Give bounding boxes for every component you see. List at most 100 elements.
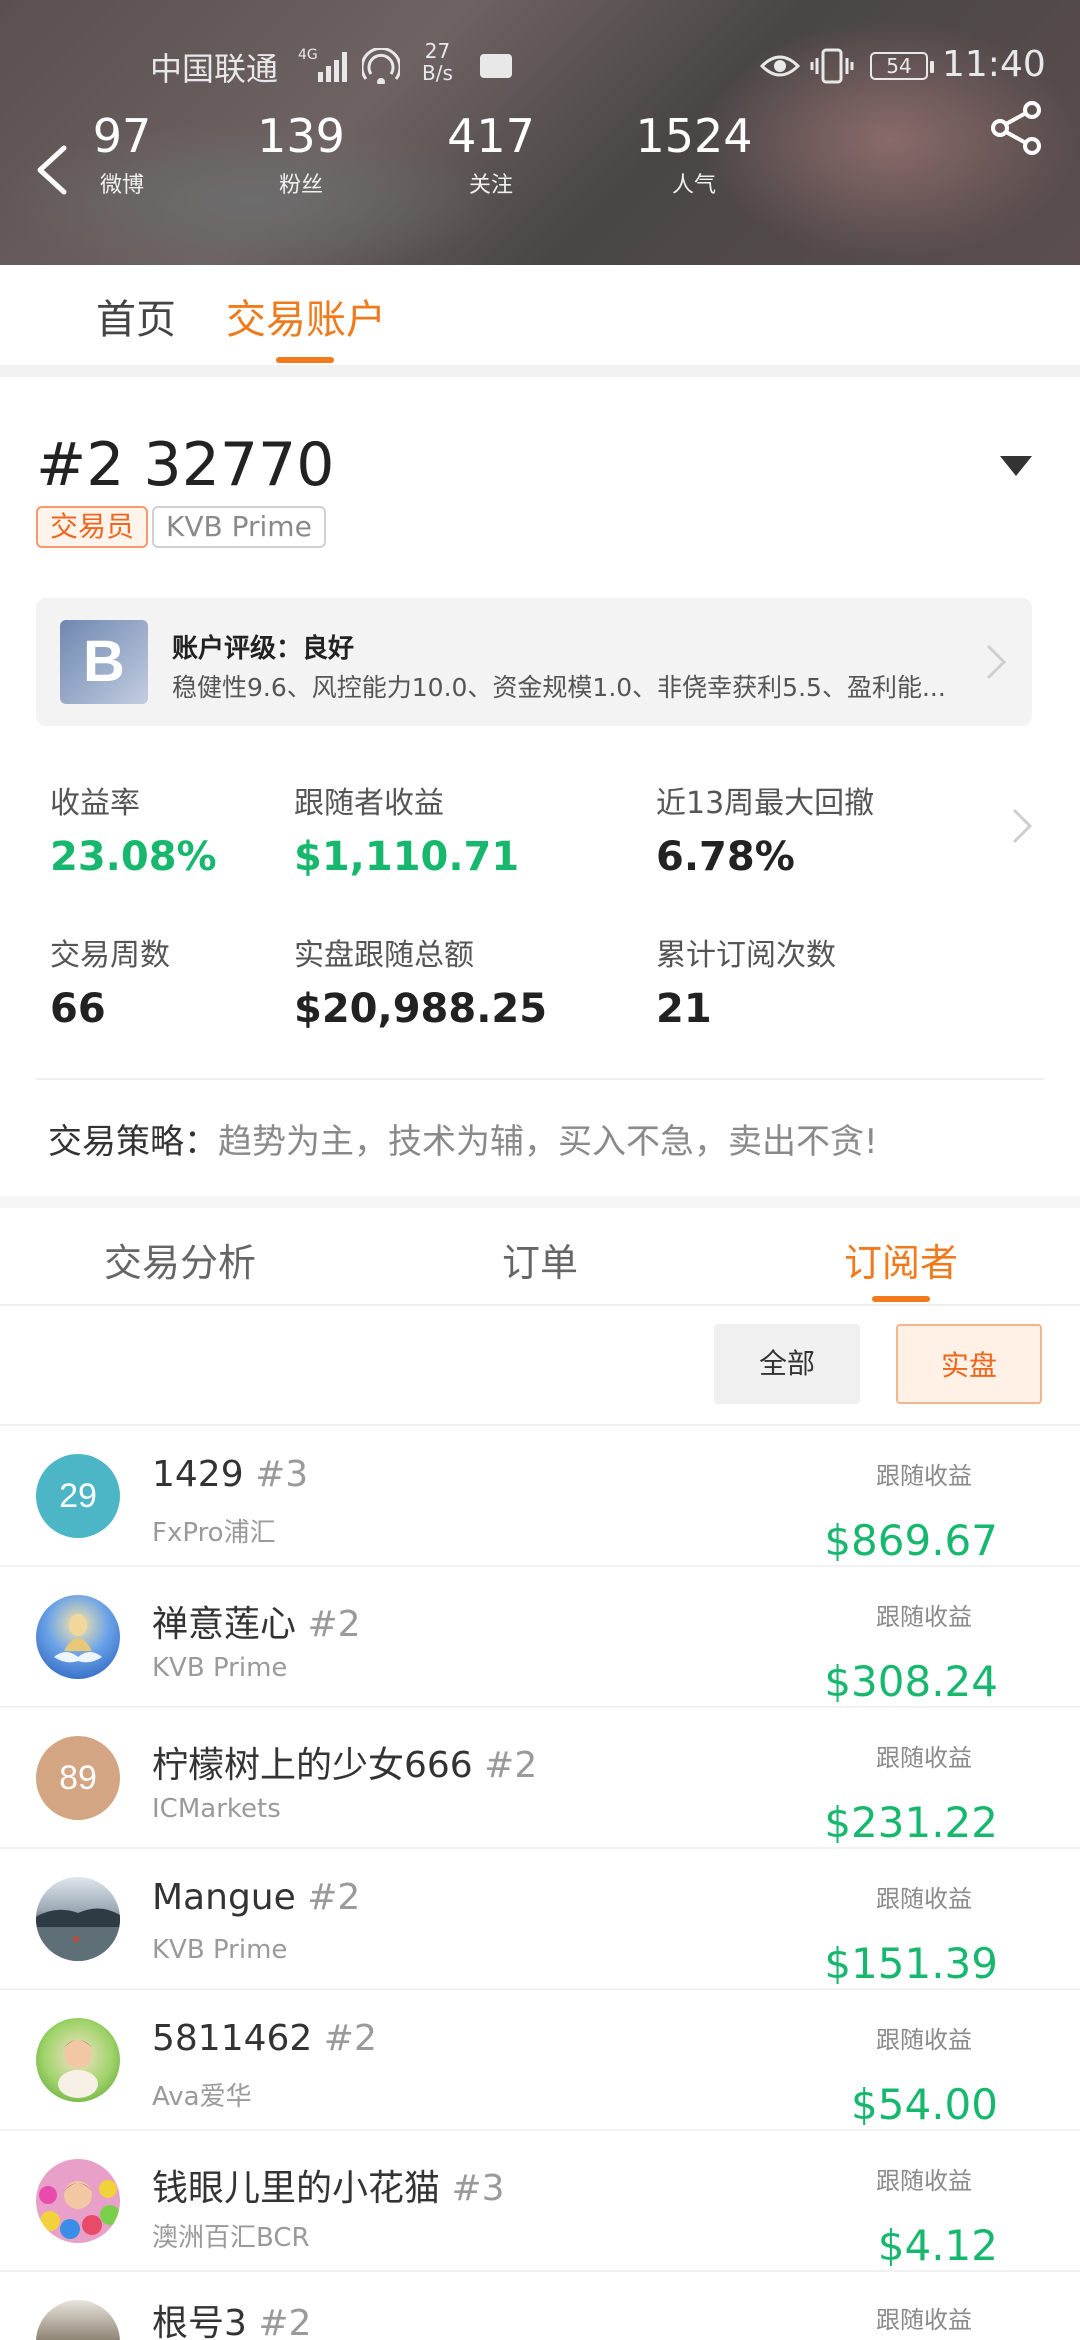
clock: 11:40 xyxy=(942,44,1046,85)
rating-title: 账户评级：良好 xyxy=(172,634,355,664)
child-photo-avatar-image xyxy=(58,2040,98,2098)
stat-value: 139 xyxy=(257,109,345,163)
subscriber-row[interactable]: 29 1429 #3 FxPro浦汇 跟随收益 $869.67 xyxy=(0,1426,1080,1567)
profit-value: $4.12 xyxy=(877,2221,998,2270)
section-divider xyxy=(0,365,1080,377)
profit-label: 跟随收益 xyxy=(876,2167,972,2195)
subscriber-broker: Ava爱华 xyxy=(152,2082,252,2112)
hotspot-icon xyxy=(362,48,400,84)
subscriber-row[interactable]: 根号3 #2 跟随收益 xyxy=(0,2272,1080,2340)
metric-return-rate: 收益率 23.08% xyxy=(50,778,217,880)
section-divider xyxy=(0,1196,1080,1208)
profit-label: 跟随收益 xyxy=(876,1885,972,1913)
subscriber-row[interactable]: 5811462 #2 Ava爱华 跟随收益 $54.00 xyxy=(0,1990,1080,2131)
metric-value: $20,988.25 xyxy=(294,986,548,1032)
app-screen: 中国联通 4G 27 B/s 54 11:40 97 微博 139 粉丝 417… xyxy=(0,0,1080,2340)
filter-all-button[interactable]: 全部 xyxy=(714,1324,860,1404)
divider xyxy=(0,1304,1080,1306)
back-icon[interactable] xyxy=(30,140,74,200)
trader-tag: 交易员 xyxy=(36,506,149,548)
stat-weibo[interactable]: 97 微博 xyxy=(82,106,162,206)
metric-follower-profit: 跟随者收益 $1,110.71 xyxy=(294,778,519,880)
stat-label: 人气 xyxy=(671,173,716,198)
subscriber-row[interactable]: 89 柠檬树上的少女666 #2 ICMarkets 跟随收益 $231.22 xyxy=(0,1708,1080,1849)
dropdown-arrow-icon[interactable] xyxy=(1000,456,1032,476)
subscriber-name: 根号3 #2 xyxy=(152,2303,312,2340)
avatar: 29 xyxy=(36,1454,120,1538)
subscriber-name: 钱眼儿里的小花猫 #3 xyxy=(152,2168,505,2209)
signal-icon xyxy=(318,52,347,82)
strategy-label: 交易策略： xyxy=(48,1122,218,1162)
stat-fans[interactable]: 139 粉丝 xyxy=(246,106,356,206)
subscriber-row[interactable]: Mangue #2 KVB Prime 跟随收益 $151.39 xyxy=(0,1849,1080,1990)
tab-trading-account[interactable]: 交易账户 xyxy=(226,287,386,345)
tab-active-indicator xyxy=(872,1296,930,1302)
metric-label: 实盘跟随总额 xyxy=(294,938,474,973)
broker-tag: KVB Prime xyxy=(152,506,326,548)
metric-label: 累计订阅次数 xyxy=(656,938,836,973)
profit-value: $54.00 xyxy=(851,2080,998,2129)
profile-header: 中国联通 4G 27 B/s 54 11:40 97 微博 139 粉丝 417… xyxy=(0,0,1080,265)
stat-label: 粉丝 xyxy=(278,173,323,198)
filter-live-button[interactable]: 实盘 xyxy=(896,1324,1042,1404)
strategy-text: 趋势为主，技术为辅，买入不急，卖出不贪! xyxy=(218,1122,878,1162)
subscriber-broker: KVB Prime xyxy=(152,1653,288,1683)
metric-subscription-count: 累计订阅次数 21 xyxy=(656,930,836,1032)
metric-total-following: 实盘跟随总额 $20,988.25 xyxy=(294,930,547,1032)
profit-value: $869.67 xyxy=(824,1516,998,1565)
battery-icon: 54 xyxy=(870,52,934,80)
chevron-right-icon[interactable] xyxy=(1010,806,1034,846)
status-bar: 中国联通 4G 27 B/s 54 11:40 xyxy=(0,40,1080,92)
metric-value: 21 xyxy=(656,986,712,1032)
top-tab-bar: 首页 交易账户 xyxy=(0,265,1080,365)
carrier-name: 中国联通 xyxy=(150,50,279,88)
stat-following[interactable]: 417 关注 xyxy=(436,106,546,206)
subscriber-row[interactable]: 钱眼儿里的小花猫 #3 澳洲百汇BCR 跟随收益 $4.12 xyxy=(0,2131,1080,2272)
profit-value: $231.22 xyxy=(824,1798,998,1847)
profit-label: 跟随收益 xyxy=(876,2026,972,2054)
avatar: 89 xyxy=(36,1736,120,1820)
landscape-avatar-image xyxy=(36,1908,120,1961)
tab-home[interactable]: 首页 xyxy=(96,287,176,345)
profit-label: 跟随收益 xyxy=(876,1462,972,1490)
profit-label: 跟随收益 xyxy=(876,1744,972,1772)
profit-value: $151.39 xyxy=(824,1939,998,1988)
subscriber-name: 禅意莲心 #2 xyxy=(152,1604,361,1645)
metric-label: 交易周数 xyxy=(50,938,170,973)
rating-badge: B xyxy=(60,620,148,704)
tab-orders[interactable]: 订单 xyxy=(502,1232,578,1287)
tab-subscribers[interactable]: 订阅者 xyxy=(844,1232,958,1287)
profit-label: 跟随收益 xyxy=(876,1603,972,1631)
profit-value: $308.24 xyxy=(824,1657,998,1706)
metric-label: 跟随者收益 xyxy=(294,786,444,821)
subscriber-name: 1429 #3 xyxy=(152,1454,309,1495)
stat-popularity[interactable]: 1524 人气 xyxy=(626,106,762,206)
stat-label: 微博 xyxy=(99,173,144,198)
avatar xyxy=(36,2018,120,2102)
metric-label: 近13周最大回撤 xyxy=(656,786,875,821)
eye-comfort-icon xyxy=(760,55,800,77)
metric-value: 66 xyxy=(50,986,106,1032)
metric-max-drawdown: 近13周最大回撤 6.78% xyxy=(656,778,874,880)
account-rating-card[interactable]: B 账户评级：良好 稳健性9.6、风控能力10.0、资金规模1.0、非侥幸获利5… xyxy=(36,598,1032,726)
tab-trade-analysis[interactable]: 交易分析 xyxy=(104,1232,256,1287)
avatar xyxy=(36,2159,120,2243)
metric-label: 收益率 xyxy=(50,786,140,821)
avatar xyxy=(36,2300,120,2340)
profit-label: 跟随收益 xyxy=(876,2306,972,2334)
subscriber-row[interactable]: 禅意莲心 #2 KVB Prime 跟随收益 $308.24 xyxy=(0,1567,1080,1708)
subscriber-broker: FxPro浦汇 xyxy=(152,1518,276,1548)
subscriber-broker: ICMarkets xyxy=(152,1794,281,1824)
share-icon[interactable] xyxy=(988,100,1044,156)
avatar xyxy=(36,1595,120,1679)
metric-value: $1,110.71 xyxy=(294,834,520,880)
metric-value: 6.78% xyxy=(656,834,795,880)
net-speed: 27 B/s xyxy=(422,39,453,85)
account-id: #2 32770 xyxy=(36,430,335,500)
subscriber-broker: KVB Prime xyxy=(152,1935,288,1965)
chevron-right-icon xyxy=(986,644,1007,680)
buddha-avatar-image xyxy=(54,1614,102,1663)
stat-value: 417 xyxy=(447,109,535,163)
stat-label: 关注 xyxy=(468,173,513,198)
stat-value: 1524 xyxy=(635,109,753,163)
